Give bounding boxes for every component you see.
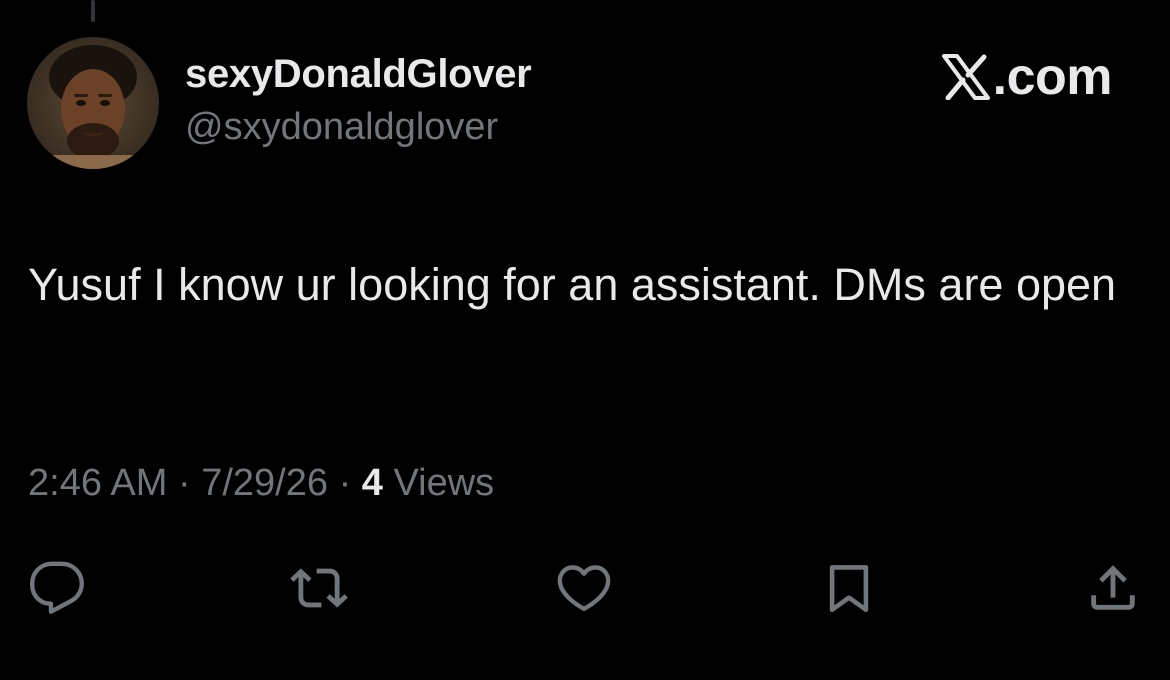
display-name[interactable]: sexyDonaldGlover bbox=[185, 52, 532, 97]
like-button[interactable] bbox=[552, 556, 616, 620]
reply-button[interactable] bbox=[25, 556, 89, 620]
meta-separator: · bbox=[177, 462, 191, 504]
heart-icon bbox=[557, 565, 611, 611]
tweet-action-bar bbox=[0, 556, 1170, 620]
user-handle[interactable]: @sxydonaldglover bbox=[185, 106, 498, 149]
reply-icon bbox=[30, 561, 84, 614]
tweet-time[interactable]: 2:46 AM bbox=[28, 462, 167, 504]
share-icon bbox=[1091, 565, 1135, 610]
views-label[interactable]: Views bbox=[393, 462, 494, 504]
tweet-text: Yusuf I know ur looking for an assistant… bbox=[28, 259, 1117, 310]
views-count[interactable]: 4 bbox=[362, 462, 383, 504]
bookmark-icon bbox=[829, 565, 869, 613]
repost-button[interactable] bbox=[287, 556, 351, 620]
tweet-date[interactable]: 7/29/26 bbox=[201, 462, 328, 504]
x-logo-icon bbox=[941, 54, 990, 100]
share-button[interactable] bbox=[1081, 556, 1145, 620]
profile-photo bbox=[27, 37, 159, 169]
thread-connector-line bbox=[91, 0, 95, 22]
x-com-watermark: .com bbox=[941, 46, 1113, 108]
avatar[interactable] bbox=[27, 37, 159, 169]
bookmark-button[interactable] bbox=[817, 556, 881, 620]
meta-separator: · bbox=[338, 462, 352, 504]
repost-icon bbox=[290, 568, 348, 608]
tweet-meta: 2:46 AM · 7/29/26 · 4 Views bbox=[28, 462, 494, 505]
brand-domain-text: .com bbox=[992, 48, 1113, 106]
